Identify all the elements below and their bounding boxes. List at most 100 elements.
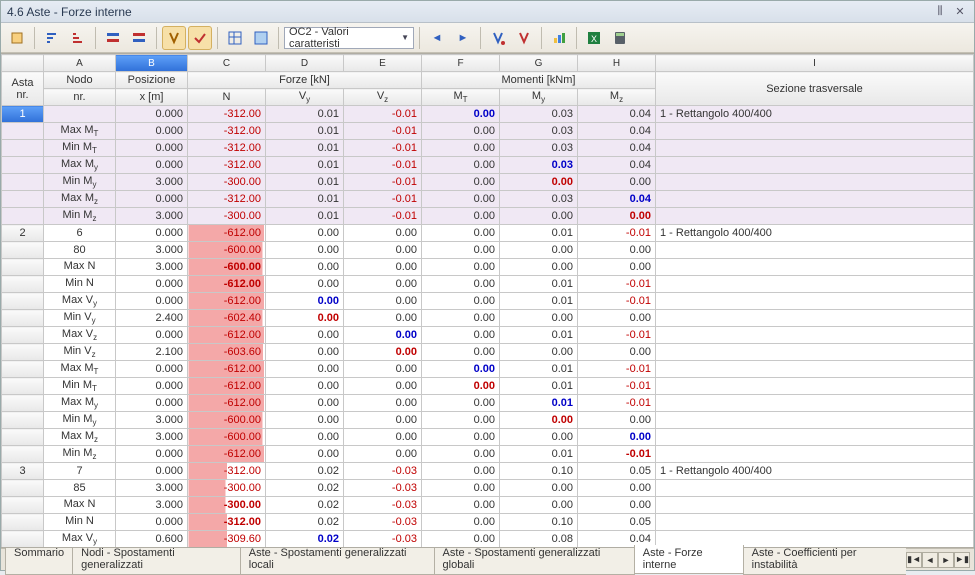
- cell-vy[interactable]: 0.00: [266, 259, 344, 276]
- cell-nodo[interactable]: Min Vy: [44, 548, 116, 549]
- cell-sezione[interactable]: [656, 327, 974, 344]
- table-row[interactable]: Max MT0.000-312.000.01-0.010.000.030.04: [2, 123, 974, 140]
- col-letter-c[interactable]: C: [188, 55, 266, 72]
- cell-vy[interactable]: 0.00: [266, 395, 344, 412]
- cell-x[interactable]: 3.000: [116, 242, 188, 259]
- cell-mz[interactable]: 0.04: [578, 123, 656, 140]
- cell-my[interactable]: 0.00: [500, 208, 578, 225]
- cell-sezione[interactable]: [656, 446, 974, 463]
- cell-mz[interactable]: 0.04: [578, 157, 656, 174]
- cell-vy[interactable]: 0.00: [266, 446, 344, 463]
- cell-nodo[interactable]: Max Vy: [44, 293, 116, 310]
- cell-n[interactable]: -600.00: [188, 412, 266, 429]
- cell-vz[interactable]: 0.00: [344, 327, 422, 344]
- cell-mt[interactable]: 0.00: [422, 276, 500, 293]
- cell-my[interactable]: 0.10: [500, 514, 578, 531]
- cell-vy[interactable]: 0.02: [266, 463, 344, 480]
- cell-sezione[interactable]: [656, 361, 974, 378]
- cell-mz[interactable]: -0.01: [578, 361, 656, 378]
- cell-mt[interactable]: 0.00: [422, 123, 500, 140]
- cell-vz[interactable]: -0.03: [344, 514, 422, 531]
- sort-desc-button[interactable]: [66, 26, 90, 50]
- cell-mt[interactable]: 0.00: [422, 463, 500, 480]
- header-posizione[interactable]: Posizione: [116, 72, 188, 89]
- header-momenti[interactable]: Momenti [kNm]: [422, 72, 656, 89]
- cell-x[interactable]: 0.000: [116, 191, 188, 208]
- cell-mt[interactable]: 0.00: [422, 429, 500, 446]
- cell-x[interactable]: 3.000: [116, 174, 188, 191]
- cell-nodo[interactable]: Max Mz: [44, 429, 116, 446]
- cell-vz[interactable]: 0.00: [344, 395, 422, 412]
- cell-vz[interactable]: -0.03: [344, 548, 422, 549]
- cell-mt[interactable]: 0.00: [422, 293, 500, 310]
- table-row[interactable]: Min My3.000-600.000.000.000.000.000.00: [2, 412, 974, 429]
- cell-sezione[interactable]: [656, 480, 974, 497]
- cell-sezione[interactable]: [656, 514, 974, 531]
- cell-mt[interactable]: 0.00: [422, 242, 500, 259]
- cell-my[interactable]: 0.01: [500, 276, 578, 293]
- cell-vz[interactable]: 0.00: [344, 276, 422, 293]
- cell-vz[interactable]: -0.03: [344, 463, 422, 480]
- cell-vy[interactable]: 0.00: [266, 293, 344, 310]
- cell-mz[interactable]: 0.00: [578, 259, 656, 276]
- cell-n[interactable]: -300.00: [188, 208, 266, 225]
- table-row[interactable]: Max Vz0.000-612.000.000.000.000.01-0.01: [2, 327, 974, 344]
- cell-mz[interactable]: 0.00: [578, 344, 656, 361]
- data-grid[interactable]: A B C D E F G H I Astanr. Nodo Posizione…: [1, 53, 974, 548]
- sort-asc-button[interactable]: [40, 26, 64, 50]
- cell-x[interactable]: 0.000: [116, 106, 188, 123]
- cell-x[interactable]: 0.000: [116, 293, 188, 310]
- cell-mz[interactable]: 0.00: [578, 497, 656, 514]
- col-letter-h[interactable]: H: [578, 55, 656, 72]
- row-header[interactable]: [2, 395, 44, 412]
- cell-x[interactable]: 3.000: [116, 429, 188, 446]
- cell-my[interactable]: 0.00: [500, 310, 578, 327]
- cell-n[interactable]: -600.00: [188, 242, 266, 259]
- col-letter-e[interactable]: E: [344, 55, 422, 72]
- cell-mt[interactable]: 0.00: [422, 225, 500, 242]
- table-row[interactable]: Max MT0.000-612.000.000.000.000.01-0.01: [2, 361, 974, 378]
- row-header[interactable]: [2, 259, 44, 276]
- cell-nodo[interactable]: Max My: [44, 395, 116, 412]
- cell-my[interactable]: 0.01: [500, 293, 578, 310]
- cell-nodo[interactable]: Min N: [44, 514, 116, 531]
- cell-my[interactable]: 0.01: [500, 378, 578, 395]
- cell-mz[interactable]: 0.04: [578, 191, 656, 208]
- edit-button[interactable]: [5, 26, 29, 50]
- cell-my[interactable]: 0.00: [500, 259, 578, 276]
- cell-mt[interactable]: 0.00: [422, 412, 500, 429]
- cell-x[interactable]: 0.000: [116, 463, 188, 480]
- sheet-tab[interactable]: Aste - Spostamenti generalizzati globali: [434, 545, 635, 575]
- cell-n[interactable]: -612.00: [188, 361, 266, 378]
- cell-my[interactable]: 0.00: [500, 429, 578, 446]
- cell-x[interactable]: 3.000: [116, 208, 188, 225]
- calc-button[interactable]: [608, 26, 632, 50]
- table-row[interactable]: Max Vy0.600-309.600.02-0.030.000.080.04: [2, 531, 974, 548]
- sheet-tab[interactable]: Aste - Spostamenti generalizzati locali: [240, 545, 435, 575]
- cell-vz[interactable]: -0.03: [344, 497, 422, 514]
- row-header[interactable]: 1: [2, 106, 44, 123]
- cell-n[interactable]: -312.00: [188, 106, 266, 123]
- row-header[interactable]: [2, 480, 44, 497]
- table-row[interactable]: Max N3.000-600.000.000.000.000.000.00: [2, 259, 974, 276]
- cell-vy[interactable]: 0.00: [266, 225, 344, 242]
- cell-vz[interactable]: -0.01: [344, 174, 422, 191]
- cell-my[interactable]: 0.01: [500, 395, 578, 412]
- cell-n[interactable]: -612.00: [188, 378, 266, 395]
- cell-vz[interactable]: -0.03: [344, 531, 422, 548]
- cell-vy[interactable]: 0.00: [266, 327, 344, 344]
- cell-mz[interactable]: 0.00: [578, 480, 656, 497]
- cell-my[interactable]: 0.00: [500, 497, 578, 514]
- cell-sezione[interactable]: [656, 259, 974, 276]
- cell-n[interactable]: -312.00: [188, 140, 266, 157]
- table-row[interactable]: Max N3.000-300.000.02-0.030.000.000.00: [2, 497, 974, 514]
- cell-n[interactable]: -312.00: [188, 191, 266, 208]
- table-row[interactable]: 260.000-612.000.000.000.000.01-0.011 - R…: [2, 225, 974, 242]
- row-header[interactable]: 2: [2, 225, 44, 242]
- table-row[interactable]: 853.000-300.000.02-0.030.000.000.00: [2, 480, 974, 497]
- cell-vy[interactable]: 0.01: [266, 123, 344, 140]
- cell-n[interactable]: -300.00: [188, 497, 266, 514]
- cell-x[interactable]: 0.000: [116, 327, 188, 344]
- cell-vy[interactable]: 0.00: [266, 429, 344, 446]
- cell-vz[interactable]: 0.00: [344, 242, 422, 259]
